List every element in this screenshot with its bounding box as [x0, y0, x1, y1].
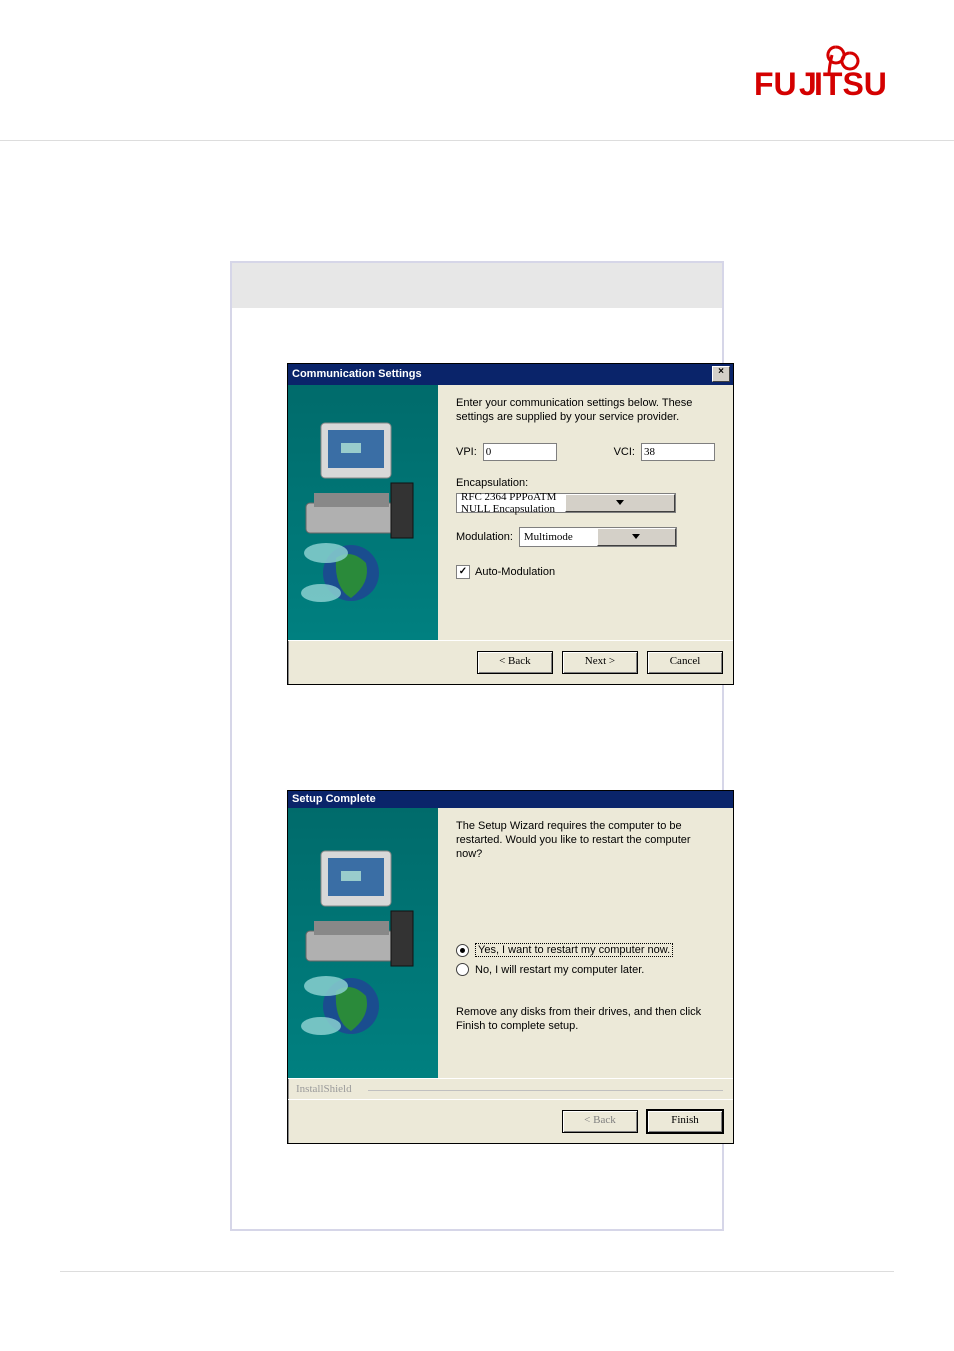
modulation-select[interactable]: Multimode: [519, 527, 677, 547]
encapsulation-value: RFC 2364 PPPoATM NULL Encapsulation: [457, 491, 565, 515]
vci-input[interactable]: [641, 443, 715, 461]
finish-button[interactable]: Finish: [647, 1110, 723, 1133]
encapsulation-select[interactable]: RFC 2364 PPPoATM NULL Encapsulation: [456, 493, 676, 513]
next-button[interactable]: Next >: [562, 651, 638, 674]
auto-modulation-label: Auto-Modulation: [475, 566, 555, 578]
wizard-illustration: [288, 808, 438, 1078]
restart-yes-radio[interactable]: [456, 944, 469, 957]
fujitsu-logo: FU J ITSU: [754, 45, 894, 100]
encapsulation-label: Encapsulation:: [456, 477, 715, 489]
instruction-text: The Setup Wizard requires the computer t…: [456, 820, 715, 861]
restart-yes-label: Yes, I want to restart my computer now.: [475, 943, 673, 957]
footer-divider: [60, 1271, 894, 1272]
modulation-label: Modulation:: [456, 531, 513, 543]
back-button: < Back: [562, 1110, 638, 1133]
chevron-down-icon[interactable]: [597, 528, 676, 546]
dialog-form: The Setup Wizard requires the computer t…: [438, 808, 733, 1078]
vpi-label: VPI:: [456, 446, 477, 458]
communication-settings-dialog: Communication Settings ×: [287, 363, 734, 685]
chevron-down-icon[interactable]: [565, 494, 675, 512]
dialog-form: Enter your communication settings below.…: [438, 385, 733, 640]
page-header: FU J ITSU: [0, 0, 954, 141]
vci-label: VCI:: [614, 446, 635, 458]
auto-modulation-checkbox[interactable]: ✓: [456, 565, 470, 579]
dialog-buttons: < Back Next > Cancel: [288, 640, 733, 684]
installshield-label: InstallShield: [288, 1078, 733, 1099]
back-button[interactable]: < Back: [477, 651, 553, 674]
restart-no-label: No, I will restart my computer later.: [475, 964, 644, 976]
dialog-titlebar: Communication Settings ×: [288, 364, 733, 385]
dialog-title: Communication Settings: [292, 368, 422, 380]
setup-complete-dialog: Setup Complete: [287, 790, 734, 1144]
dialog-buttons: < Back Finish: [288, 1099, 733, 1143]
content-frame: Communication Settings ×: [230, 261, 724, 1231]
svg-text:ITSU: ITSU: [814, 66, 887, 100]
dialog-titlebar: Setup Complete: [288, 791, 733, 808]
modulation-value: Multimode: [520, 531, 597, 543]
close-icon[interactable]: ×: [712, 366, 730, 382]
cancel-button[interactable]: Cancel: [647, 651, 723, 674]
instruction-text: Enter your communication settings below.…: [456, 397, 715, 425]
restart-no-radio[interactable]: [456, 963, 469, 976]
wizard-illustration: [288, 385, 438, 640]
remove-disks-text: Remove any disks from their drives, and …: [456, 1006, 715, 1034]
dialog-title: Setup Complete: [292, 793, 376, 805]
vpi-input[interactable]: [483, 443, 557, 461]
svg-text:FU: FU: [754, 66, 797, 100]
